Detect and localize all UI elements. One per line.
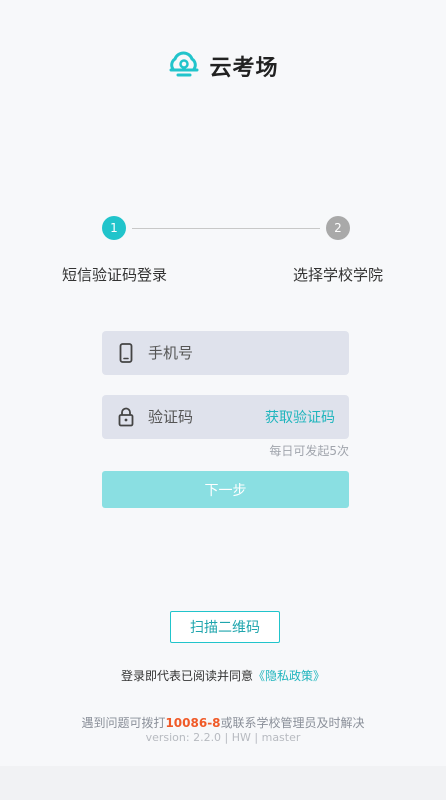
step-1-label: 短信验证码登录 (62, 266, 168, 284)
app-logo: 云考场 (0, 50, 446, 82)
contact-suffix: 或联系学校管理员及时解决 (220, 716, 365, 730)
code-field[interactable]: 获取验证码 (102, 395, 349, 439)
agreement-prefix: 登录即代表已阅读并同意 (120, 669, 253, 683)
phone-icon (116, 343, 136, 363)
step-connector (132, 228, 320, 229)
logo-icon (167, 51, 201, 81)
phone-field[interactable] (102, 331, 349, 375)
get-code-button[interactable]: 获取验证码 (265, 407, 335, 427)
app-name: 云考场 (209, 56, 279, 81)
next-button[interactable]: 下一步 (102, 471, 349, 508)
daily-limit-hint: 每日可发起5次 (269, 444, 349, 458)
step-indicator: 1 2 (0, 216, 446, 246)
privacy-policy-link[interactable]: 《隐私政策》 (253, 669, 325, 683)
step-2-badge: 2 (326, 216, 350, 240)
phone-input[interactable] (148, 344, 349, 362)
code-input[interactable] (148, 408, 265, 426)
step-2-label: 选择学校学院 (293, 266, 384, 284)
scan-qr-button[interactable]: 扫描二维码 (170, 611, 280, 643)
step-1-badge: 1 (102, 216, 126, 240)
support-phone[interactable]: 10086-8 (165, 716, 220, 730)
contact-info: 遇到问题可拨打10086-8或联系学校管理员及时解决 (0, 714, 446, 731)
version-info: version: 2.2.0 | HW | master (145, 731, 301, 744)
lock-icon (116, 407, 136, 427)
contact-prefix: 遇到问题可拨打 (81, 716, 166, 730)
bottom-bar (0, 766, 446, 800)
agreement-text: 登录即代表已阅读并同意《隐私政策》 (0, 667, 446, 684)
